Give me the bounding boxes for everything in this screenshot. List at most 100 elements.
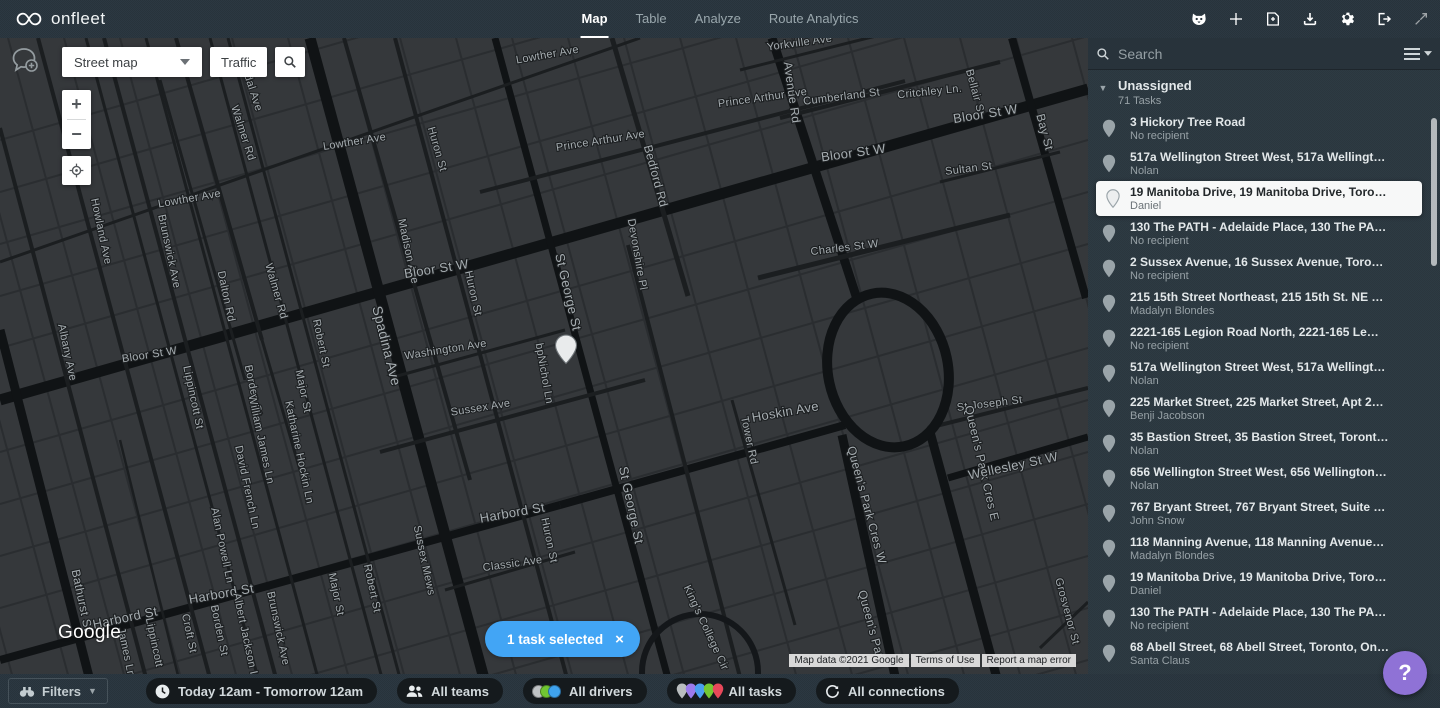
task-pin-icon: [1088, 609, 1130, 628]
filter-pill-today-12am---tomorrow-12am[interactable]: Today 12am - Tomorrow 12am: [146, 678, 377, 704]
selection-close-icon[interactable]: ×: [615, 632, 624, 647]
task-recipient: Nolan: [1130, 480, 1387, 492]
create-task-icon[interactable]: [1227, 10, 1245, 28]
main-nav: Map Table Analyze Route Analytics: [581, 0, 860, 38]
filter-pill-all-teams[interactable]: All teams: [397, 678, 503, 704]
street-label: Hoskin Ave: [751, 398, 820, 425]
settings-icon[interactable]: [1338, 10, 1356, 28]
sign-out-icon[interactable]: [1375, 10, 1393, 28]
street-label: Washington Ave: [404, 338, 488, 363]
traffic-label: Traffic: [221, 55, 256, 70]
google-logo[interactable]: Google: [58, 622, 121, 644]
task-list-item[interactable]: 517a Wellington Street West, 517a Wellin…: [1088, 146, 1440, 181]
zoom-out-button[interactable]: −: [62, 120, 91, 149]
task-recipient: Nolan: [1130, 445, 1389, 457]
task-list-item[interactable]: 130 The PATH - Adelaide Place, 130 The P…: [1088, 216, 1440, 251]
import-tasks-icon[interactable]: [1264, 10, 1282, 28]
search-icon: [1096, 47, 1110, 61]
group-title: Unassigned: [1118, 78, 1192, 93]
filters-button[interactable]: Filters ▼: [8, 678, 108, 704]
collapse-caret-icon[interactable]: ▼: [1088, 78, 1118, 107]
report-map-error-link[interactable]: Report a map error: [982, 654, 1076, 667]
list-view-toggle[interactable]: [1404, 48, 1432, 60]
filters-label: Filters: [42, 684, 81, 699]
task-list-item[interactable]: 19 Manitoba Drive, 19 Manitoba Drive, To…: [1096, 181, 1422, 216]
filter-bar: Filters ▼ Today 12am - Tomorrow 12am All …: [0, 674, 1440, 708]
task-sidebar: ▼ Unassigned 71 Tasks 3 Hickory Tree Roa…: [1088, 38, 1440, 674]
onfleet-logo[interactable]: onfleet: [16, 9, 106, 29]
fullscreen-icon[interactable]: [1412, 10, 1430, 28]
street-label: bpNichol Ln: [533, 342, 555, 405]
sidebar-scrollbar[interactable]: [1431, 118, 1437, 266]
task-recipient: No recipient: [1130, 235, 1386, 247]
tab-route-analytics[interactable]: Route Analytics: [768, 0, 860, 38]
task-list-item[interactable]: 3 Hickory Tree RoadNo recipient: [1088, 111, 1440, 146]
task-pin-icon: [1088, 329, 1130, 348]
task-recipient: Daniel: [1130, 585, 1387, 597]
pill-label: All teams: [431, 684, 489, 699]
task-list-item[interactable]: 2221-165 Legion Road North, 2221-165 Le……: [1088, 321, 1440, 356]
task-recipient: No recipient: [1130, 130, 1245, 142]
task-title: 517a Wellington Street West, 517a Wellin…: [1130, 360, 1385, 374]
mascot-icon[interactable]: [1190, 10, 1208, 28]
task-recipient: Madalyn Blondes: [1130, 305, 1383, 317]
task-recipient: John Snow: [1130, 515, 1385, 527]
road: [1072, 38, 1088, 674]
pill-label: All tasks: [729, 684, 782, 699]
task-recipient: Daniel: [1130, 200, 1387, 212]
street-label: Robert St: [361, 563, 383, 614]
task-list-item[interactable]: 225 Market Street, 225 Market Street, Ap…: [1088, 391, 1440, 426]
clock-icon: [155, 684, 170, 699]
zoom-in-button[interactable]: +: [62, 90, 91, 119]
map-controls: Street map Traffic: [62, 47, 305, 77]
top-bar: onfleet Map Table Analyze Route Analytics: [0, 0, 1440, 38]
task-pin-icon: [1088, 574, 1130, 593]
task-list-item[interactable]: 517a Wellington Street West, 517a Wellin…: [1088, 356, 1440, 391]
task-pin-icon: [1088, 364, 1130, 383]
map-type-dropdown[interactable]: Street map: [62, 47, 202, 77]
help-button[interactable]: ?: [1383, 651, 1427, 695]
task-title: 767 Bryant Street, 767 Bryant Street, Su…: [1130, 500, 1385, 514]
map-task-pin[interactable]: [556, 335, 577, 364]
task-title: 225 Market Street, 225 Market Street, Ap…: [1130, 395, 1384, 409]
task-list-item[interactable]: 2 Sussex Avenue, 16 Sussex Avenue, Toro……: [1088, 251, 1440, 286]
task-list-item[interactable]: 130 The PATH - Adelaide Place, 130 The P…: [1088, 601, 1440, 636]
tab-table[interactable]: Table: [635, 0, 668, 38]
task-title: 2 Sussex Avenue, 16 Sussex Avenue, Toro…: [1130, 255, 1383, 269]
task-recipient: No recipient: [1130, 270, 1383, 282]
task-list-item[interactable]: 656 Wellington Street West, 656 Wellingt…: [1088, 461, 1440, 496]
filter-pill-all-connections[interactable]: All connections: [816, 678, 959, 704]
sidebar-search-input[interactable]: [1118, 46, 1404, 62]
map-canvas[interactable]: Yorkville AveLowther AveKendal AvePrince…: [0, 38, 1088, 674]
tab-map[interactable]: Map: [581, 0, 609, 38]
task-pin-icon: [1096, 189, 1130, 208]
task-pin-icon: [1088, 434, 1130, 453]
street-label: Lowther Ave: [157, 188, 222, 211]
terms-of-use-link[interactable]: Terms of Use: [911, 654, 980, 667]
map-data-credit: Map data ©2021 Google: [789, 654, 908, 667]
street-label: Cumberland St: [803, 86, 881, 107]
teams-icon: [406, 684, 423, 698]
map-type-value: Street map: [74, 55, 138, 70]
unassigned-group-header: ▼ Unassigned 71 Tasks: [1088, 70, 1440, 111]
export-tasks-icon[interactable]: [1301, 10, 1319, 28]
filter-pill-all-tasks[interactable]: All tasks: [667, 678, 796, 704]
header-actions: [1190, 0, 1430, 38]
selection-text: 1 task selected: [507, 632, 603, 647]
map-search-button[interactable]: [275, 47, 305, 77]
task-list-item[interactable]: 118 Manning Avenue, 118 Manning Avenue…M…: [1088, 531, 1440, 566]
task-list-item[interactable]: 35 Bastion Street, 35 Bastion Street, To…: [1088, 426, 1440, 461]
onfleet-dashboard: onfleet Map Table Analyze Route Analytics Y…: [0, 0, 1440, 708]
task-recipient: Madalyn Blondes: [1130, 550, 1384, 562]
locate-button[interactable]: [62, 156, 91, 185]
traffic-toggle-button[interactable]: Traffic: [210, 47, 267, 77]
task-title: 517a Wellington Street West, 517a Wellin…: [1130, 150, 1385, 164]
filter-pill-all-drivers[interactable]: All drivers: [523, 678, 647, 704]
task-list-item[interactable]: 19 Manitoba Drive, 19 Manitoba Drive, To…: [1088, 566, 1440, 601]
street-label: Dalton Rd: [215, 270, 237, 323]
tab-analyze[interactable]: Analyze: [694, 0, 742, 38]
task-list-item[interactable]: 215 15th Street Northeast, 215 15th St. …: [1088, 286, 1440, 321]
chat-add-button[interactable]: [11, 47, 39, 78]
group-count: 71 Tasks: [1118, 95, 1192, 107]
task-list-item[interactable]: 767 Bryant Street, 767 Bryant Street, Su…: [1088, 496, 1440, 531]
